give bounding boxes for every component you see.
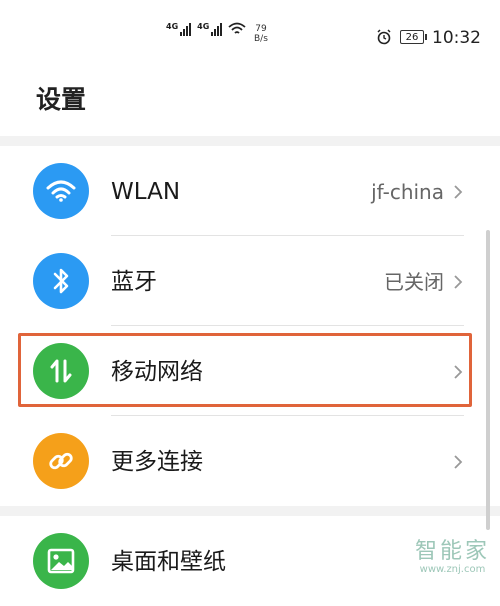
watermark-title: 智能家 — [414, 539, 490, 564]
bluetooth-icon — [33, 253, 89, 309]
settings-item-label: WLAN — [111, 179, 181, 205]
speed-value: 79 — [255, 24, 267, 34]
clock: 10:32 — [432, 28, 481, 48]
battery-icon: 26 — [400, 30, 427, 44]
settings-item-label: 更多连接 — [111, 449, 203, 475]
alarm-icon — [377, 29, 391, 45]
section-divider — [0, 506, 500, 516]
watermark: 智能家 www.znj.com — [415, 540, 490, 576]
highlight-box — [18, 333, 472, 407]
section-divider — [0, 136, 500, 146]
chevron-right-icon — [454, 275, 463, 289]
wallpaper-icon — [33, 533, 89, 589]
chevron-right-icon — [454, 185, 463, 199]
chevron-right-icon — [454, 455, 463, 469]
settings-item-bluetooth[interactable]: 蓝牙 已关闭 — [0, 236, 500, 326]
status-icons: 4G 4G — [166, 22, 246, 36]
signal-icon: 4G — [166, 22, 192, 36]
watermark-url: www.znj.com — [419, 564, 486, 575]
page-title: 设置 — [36, 85, 87, 114]
settings-item-value: 已关闭 — [384, 270, 444, 294]
link-icon — [33, 433, 89, 489]
wifi-icon — [228, 22, 246, 34]
scrollbar[interactable] — [486, 230, 490, 530]
network-type-label: 4G — [166, 22, 179, 31]
status-bar: 4G 4G 79 B/s 26 10:32 — [0, 0, 500, 60]
settings-item-label: 蓝牙 — [111, 269, 157, 295]
network-speed: 79 B/s — [254, 24, 268, 44]
settings-item-label: 桌面和壁纸 — [111, 549, 226, 575]
signal-icon: 4G — [197, 22, 223, 36]
speed-unit: B/s — [254, 34, 268, 44]
wifi-icon — [33, 163, 89, 219]
network-type-label: 4G — [197, 22, 210, 31]
settings-item-wlan[interactable]: WLAN jf-china — [0, 146, 500, 236]
settings-item-value: jf-china — [371, 180, 444, 204]
settings-item-more-connections[interactable]: 更多连接 — [0, 416, 500, 506]
